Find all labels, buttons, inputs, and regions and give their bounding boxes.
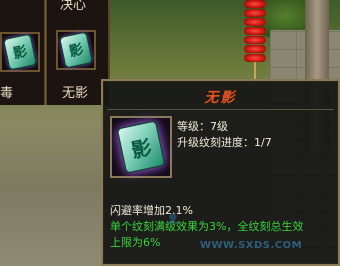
slot-label-wuying: 无影 (62, 86, 89, 101)
effect-text: 闪避率增加2.1% (110, 204, 193, 217)
jade-tile-icon: 影 (2, 33, 38, 71)
description-line-2: 上限为6% (110, 236, 161, 249)
tooltip-title: 无影 (204, 90, 237, 106)
level-text: 等级：7级 (177, 120, 228, 133)
jade-tile-icon: 影 (58, 31, 94, 69)
watermark-url: WWW.SXDS.COM (200, 240, 303, 251)
grid-divider (44, 0, 47, 105)
grid-label-top: 决心 (60, 0, 87, 13)
red-lantern-string (238, 0, 272, 84)
engraving-grid-panel: 决心 影 毒 影 无影 (0, 0, 110, 105)
engraving-icon-frame: 影 (110, 116, 172, 178)
title-divider (107, 109, 334, 110)
upgrade-progress-text: 升级纹刻进度：1/7 (177, 136, 272, 149)
engraving-slot-poison[interactable]: 影 (0, 32, 40, 72)
slot-label-poison: 毒 (0, 86, 14, 101)
description-line-1: 单个纹刻满级效果为3%，全纹刻总生效 (110, 220, 304, 233)
jade-tile-icon: 影 (116, 120, 166, 174)
engraving-slot-wuying[interactable]: 影 (56, 30, 96, 70)
engraving-tooltip: 无影 影 等级：7级 升级纹刻进度：1/7 闪避率增加2.1% 单个纹刻满级效果… (101, 79, 340, 266)
